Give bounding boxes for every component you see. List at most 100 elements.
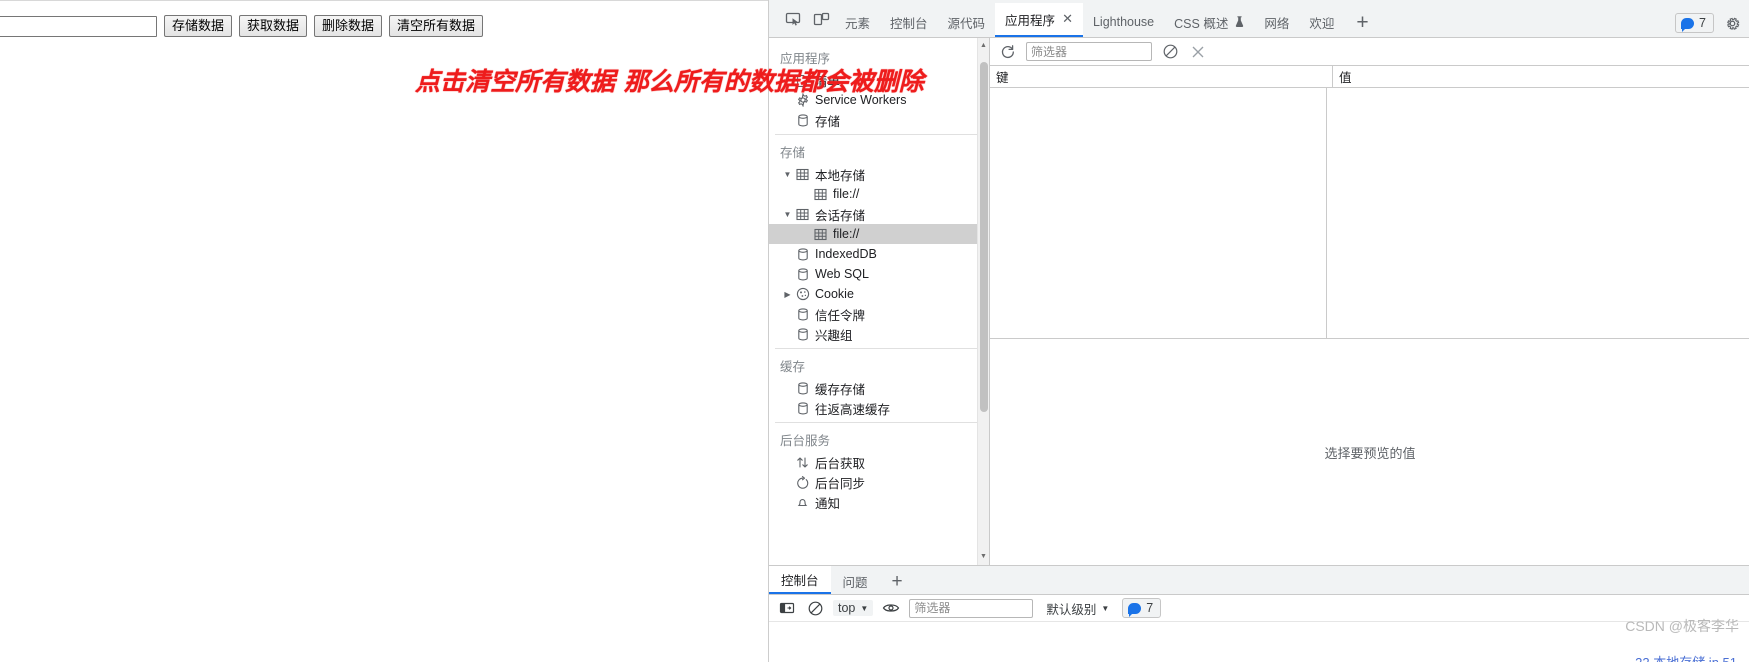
database-icon [794,381,811,395]
tree-item-label: 后台同步 [815,476,866,491]
tree-item-web-sql[interactable]: Web SQL [769,264,989,284]
tree-section-title: 缓存 [780,360,806,374]
database-icon [794,113,811,127]
storage-filter-input[interactable] [1026,42,1152,61]
scroll-down-arrow[interactable]: ▼ [979,551,988,563]
tree-item-label: file:// [833,187,860,201]
tab-elements[interactable]: 元素 [835,7,880,37]
chevron-down-icon[interactable]: ▼ [781,170,794,179]
database-icon [794,247,811,261]
table-body-empty[interactable] [990,88,1749,338]
table-icon [794,168,811,181]
tab-label: 元素 [845,16,871,31]
context-value: top [838,601,856,615]
tab-console[interactable]: 控制台 [880,7,938,37]
tree-section-title: 存储 [780,146,806,160]
tree-item-会话存储[interactable]: ▼ 会话存储 [769,204,989,224]
tab-css-overview[interactable]: CSS 概述 [1164,7,1254,37]
tree-item-label: 本地存储 [815,168,866,183]
chevron-down-icon: ▼ [860,603,869,613]
database-icon [794,307,811,321]
tree-item-label: 存储 [815,114,841,129]
gear-icon[interactable] [1722,13,1742,33]
drawer-tab-console[interactable]: 控制台 [769,566,831,594]
tab-label: 应用程序 [1005,13,1056,28]
tab-label: Lighthouse [1092,15,1155,29]
table-icon [812,188,829,201]
delete-data-button[interactable]: 删除数据 [314,15,383,37]
column-header-value[interactable]: 值 [1333,66,1749,87]
value-preview-pane: 选择要预览的值 [990,339,1749,565]
storage-key-value-table[interactable]: 键 值 选择要预览的值 [990,66,1749,565]
tree-item-label: Cookie [815,287,854,301]
close-icon[interactable]: ✕ [1062,12,1073,25]
clear-all-data-button[interactable]: 清空所有数据 [389,15,484,37]
console-toolbar: top ▼ 默认级别 ▼ 7 [769,595,1749,622]
clear-icon[interactable] [1160,42,1180,62]
tab-label: 源代码 [947,16,986,31]
table-icon [794,208,811,221]
tree-item-往返高速缓存[interactable]: 往返高速缓存 [769,398,989,418]
execution-context-selector[interactable]: top ▼ [833,600,874,616]
device-toolbar-icon[interactable] [807,5,835,33]
console-output[interactable] [769,622,1749,662]
refresh-icon[interactable] [998,42,1018,62]
database-icon [794,401,811,415]
message-count-badge[interactable]: 7 [1675,13,1714,33]
console-filter-input[interactable] [909,598,1034,618]
tab-sources[interactable]: 源代码 [938,7,996,37]
sidebar-scrollbar[interactable]: ▲ ▼ [977,38,989,565]
live-expression-icon[interactable] [881,598,901,618]
tree-item-file-[interactable]: file:// [769,224,989,244]
tree-item-通知[interactable]: 通知 [769,492,989,512]
database-icon [794,327,811,341]
tab-label: 网络 [1264,16,1290,31]
tree-item-file-[interactable]: file:// [769,184,989,204]
tree-item-本地存储[interactable]: ▼ 本地存储 [769,164,989,184]
chevron-down-icon[interactable]: ▼ [781,210,794,219]
delete-selected-icon[interactable] [1188,42,1208,62]
clear-console-icon[interactable] [805,598,825,618]
tab-lighthouse[interactable]: Lighthouse [1083,7,1164,37]
store-data-button[interactable]: 存储数据 [164,15,233,37]
tree-item-信任令牌[interactable]: 信任令牌 [769,304,989,324]
database-icon [794,267,811,281]
tree-item-label: 通知 [815,496,841,511]
column-header-key[interactable]: 键 [990,66,1333,87]
sidebar-sections: 应用程序 清单 Service Workers 存储 存储 ▼ 本地存储 file://▼ 会话… [769,38,989,512]
tab-application[interactable]: 应用程序 ✕ [995,3,1083,37]
drawer-tab-issues[interactable]: 问题 [831,568,880,594]
tree-item-cookie[interactable]: ▶ Cookie [769,284,989,304]
storage-filter-bar [990,38,1749,66]
drawer-tab-label: 控制台 [781,573,819,588]
cookie-icon [794,287,811,301]
sidebar-scroll-thumb[interactable] [980,62,988,412]
tree-item-存储[interactable]: 存储 [769,110,989,130]
devtools-tab-bar: 元素 控制台 源代码 应用程序 ✕ Lighthouse CSS 概述 网络 欢… [769,0,1749,38]
tree-item-label: 会话存储 [815,208,866,223]
application-sidebar-tree[interactable]: 应用程序 清单 Service Workers 存储 存储 ▼ 本地存储 file://▼ 会话… [769,38,990,565]
chevron-right-icon[interactable]: ▶ [781,290,794,299]
chevron-down-icon: ▼ [1101,603,1110,613]
tab-welcome[interactable]: 欢迎 [1299,7,1344,37]
scroll-up-arrow[interactable]: ▲ [979,40,988,52]
console-sidebar-icon[interactable] [777,598,797,618]
console-message-count-badge[interactable]: 7 [1122,598,1162,618]
get-data-button[interactable]: 获取数据 [239,15,308,37]
devtools-main: 应用程序 清单 Service Workers 存储 存储 ▼ 本地存储 file://▼ 会话… [769,38,1749,565]
tree-item-后台同步[interactable]: 后台同步 [769,472,989,492]
web-page-area: 存储数据 获取数据 删除数据 清空所有数据 [0,0,768,662]
drawer-add-tab-button[interactable]: + [880,572,915,591]
tree-item-indexeddb[interactable]: IndexedDB [769,244,989,264]
tree-item-label: 往返高速缓存 [815,402,891,417]
tree-item-缓存存储[interactable]: 缓存存储 [769,378,989,398]
add-tab-button[interactable]: + [1344,12,1380,33]
tree-section-title: 后台服务 [780,434,831,448]
inspect-element-icon[interactable] [779,5,807,33]
tree-item-后台获取[interactable]: 后台获取 [769,452,989,472]
tree-item-兴趣组[interactable]: 兴趣组 [769,324,989,344]
log-level-selector[interactable]: 默认级别 ▼ [1041,598,1114,619]
devtools-tabbar-right: 7 [1675,13,1749,33]
data-input-field[interactable] [0,15,157,37]
tab-network[interactable]: 网络 [1254,7,1299,37]
